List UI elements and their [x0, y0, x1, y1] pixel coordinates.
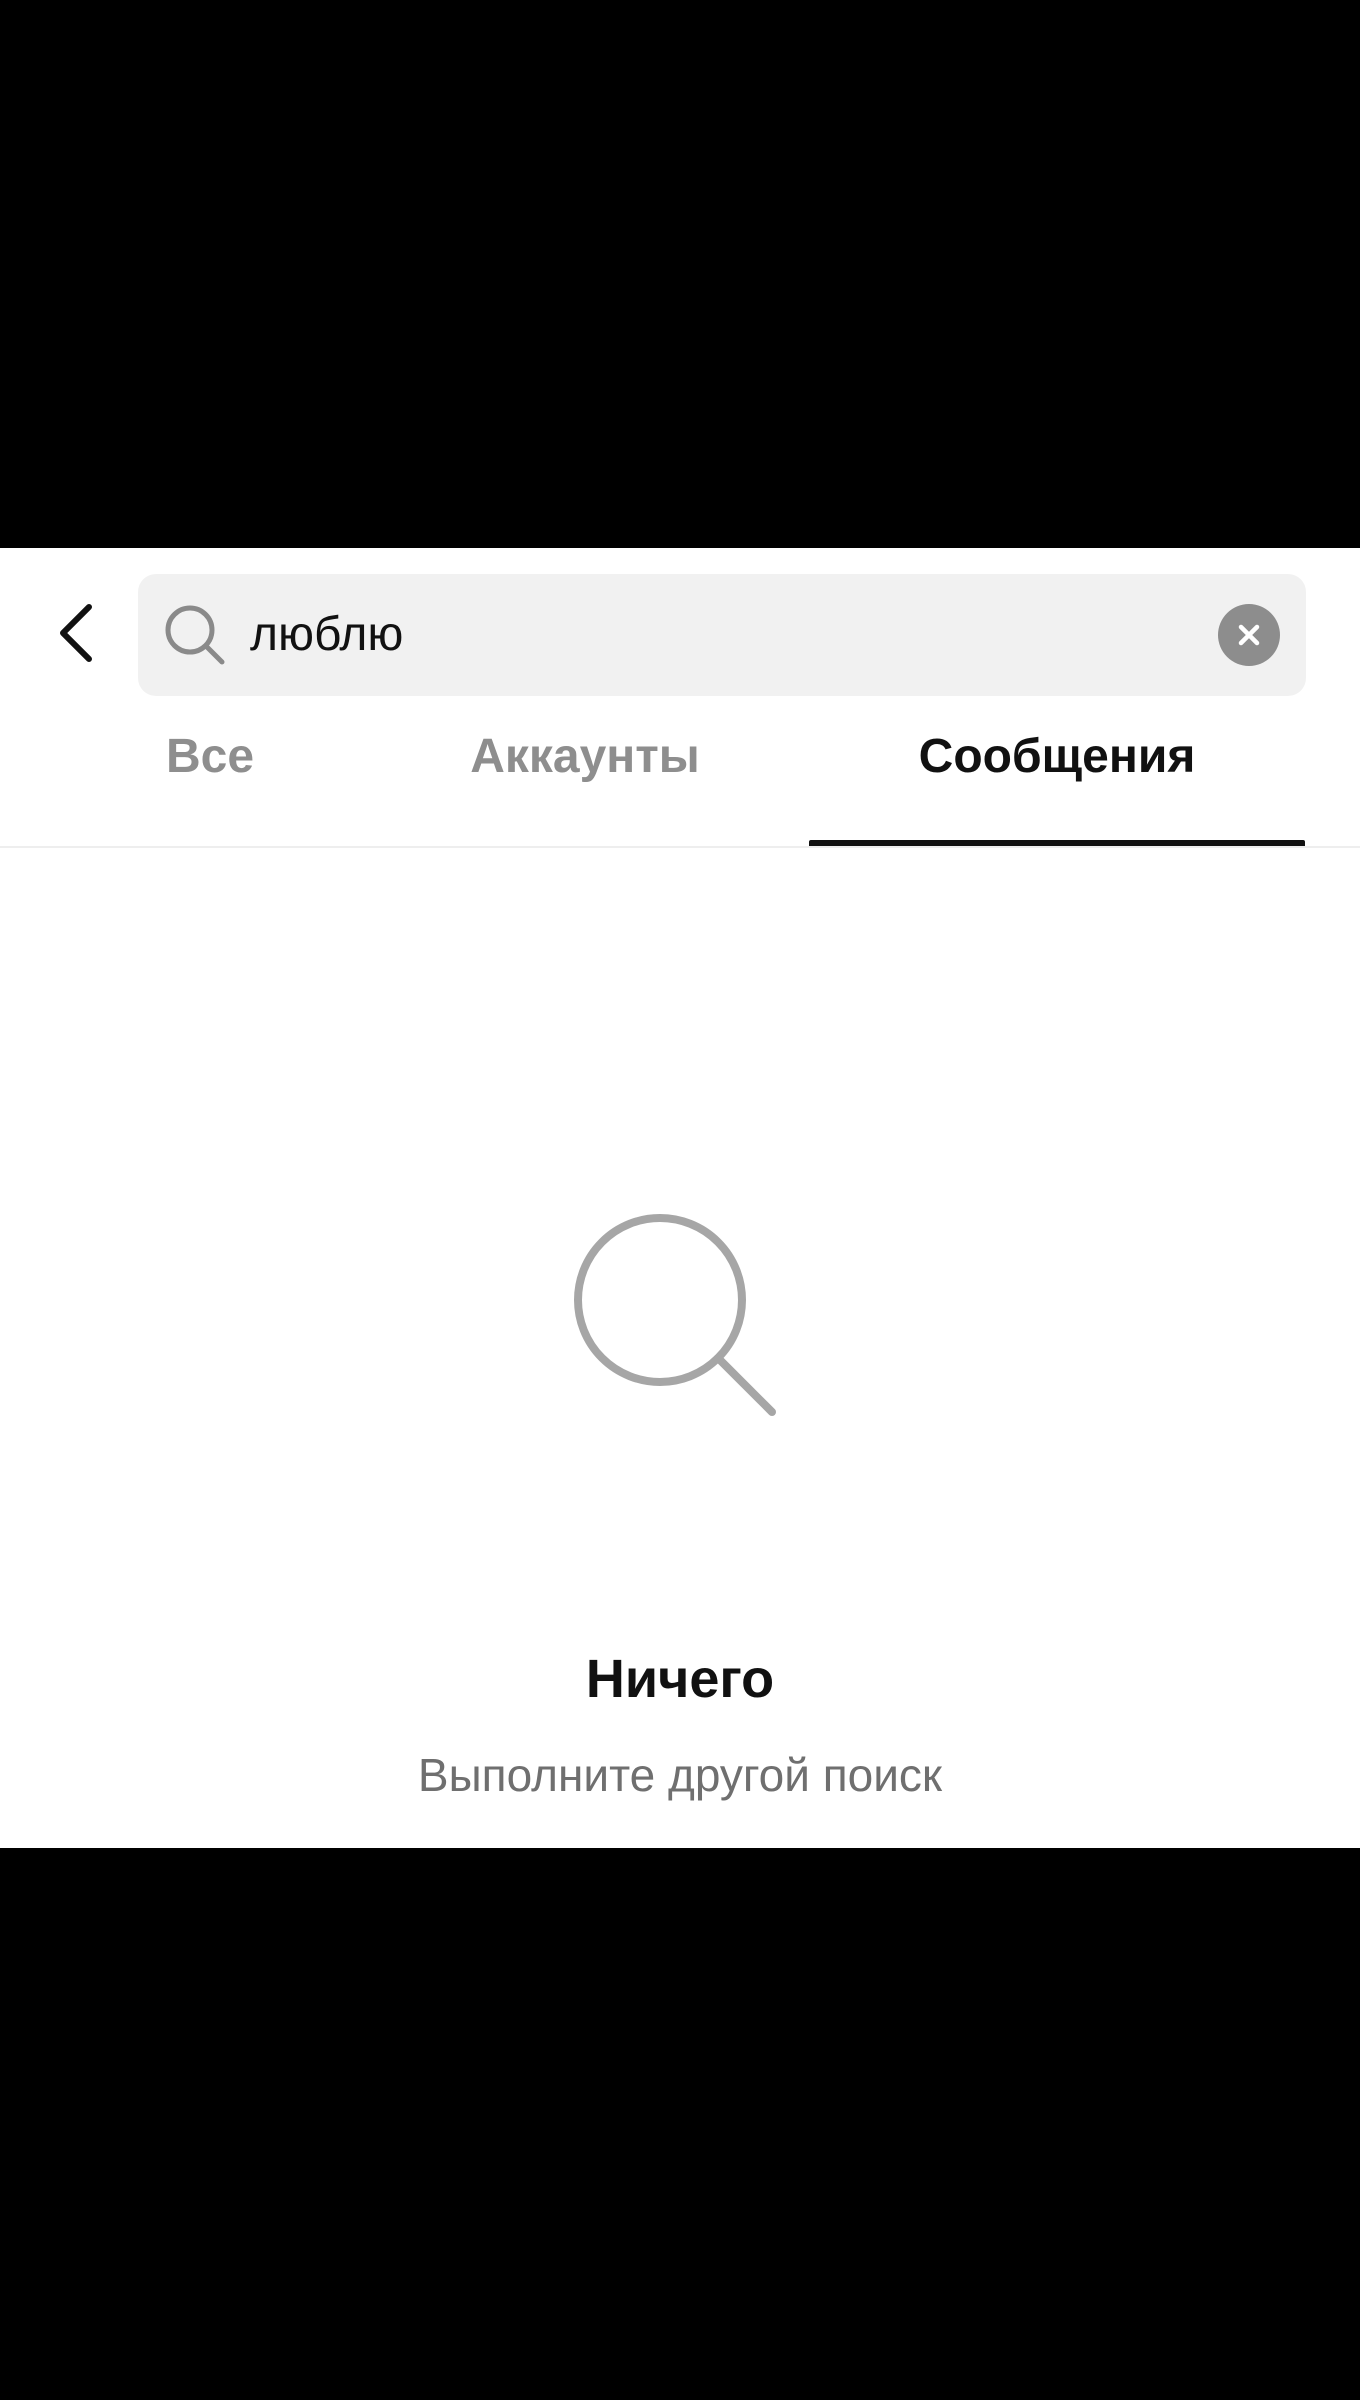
search-header: [0, 548, 1360, 708]
results-tabs: Все Аккаунты Сообщения: [0, 718, 1360, 796]
empty-state-subtitle: Выполните другой поиск: [417, 1749, 943, 1801]
empty-search-icon: [574, 1214, 776, 1416]
search-icon: [165, 605, 225, 665]
tab-messages[interactable]: Сообщения: [810, 718, 1304, 796]
tab-all[interactable]: Все: [90, 718, 330, 796]
empty-state-title: Ничего: [585, 1649, 775, 1709]
chevron-left-icon: [60, 604, 92, 662]
letterbox-top: [0, 0, 1360, 548]
search-results-screen: Все Аккаунты Сообщения Ничего Выполните …: [0, 548, 1360, 1848]
tab-accounts[interactable]: Аккаунты: [410, 718, 760, 796]
search-input[interactable]: [250, 574, 1200, 696]
letterbox-bottom: [0, 1848, 1360, 2400]
clear-search-button[interactable]: [1218, 604, 1280, 666]
search-bar[interactable]: [138, 574, 1306, 696]
tabs-divider: [0, 846, 1360, 848]
clear-icon: [1238, 624, 1260, 646]
back-button[interactable]: [40, 588, 112, 678]
